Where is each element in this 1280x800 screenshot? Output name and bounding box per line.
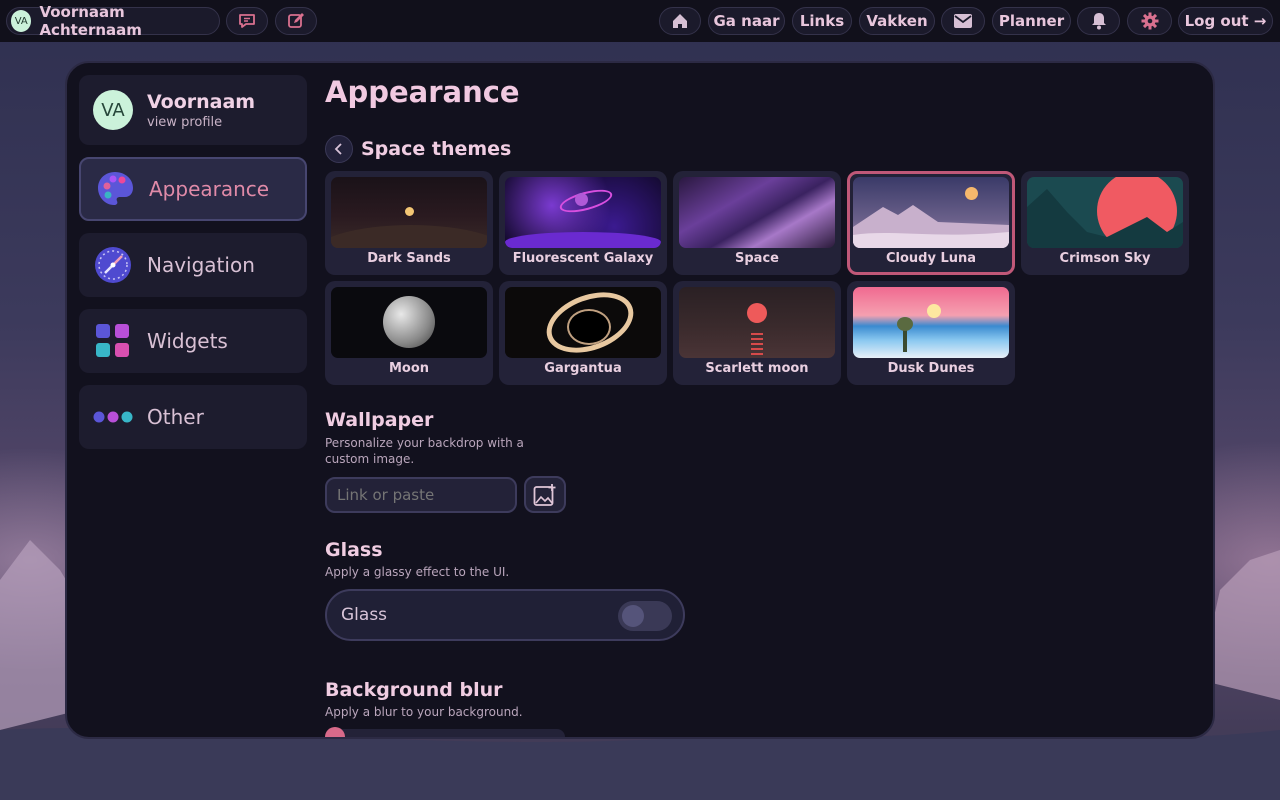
theme-card-crimson-sky[interactable]: Crimson Sky — [1021, 171, 1189, 275]
planner-button[interactable]: Planner — [992, 7, 1071, 35]
background-blur-slider[interactable] — [325, 727, 565, 737]
dark-sands-thumbnail — [331, 177, 487, 248]
home-icon — [673, 14, 687, 28]
theme-name: Moon — [388, 361, 430, 376]
page-title: Appearance — [325, 75, 520, 109]
sidebar-item-widgets[interactable]: Widgets — [79, 309, 307, 373]
sidebar-item-navigation[interactable]: Navigation — [79, 233, 307, 297]
theme-name: Cloudy Luna — [885, 251, 977, 266]
messages-button[interactable] — [941, 7, 985, 35]
glass-description: Apply a glassy effect to the UI. — [325, 565, 510, 579]
sidebar-item-label: Appearance — [149, 177, 270, 201]
links-button[interactable]: Links — [792, 7, 852, 35]
theme-card-dusk-dunes[interactable]: Dusk Dunes — [847, 281, 1015, 385]
chevron-left-icon — [334, 143, 342, 155]
back-button[interactable] — [325, 135, 353, 163]
sidebar-item-label: Navigation — [147, 253, 255, 277]
settings-panel: VA Voornaam view profile Appearance Navi… — [65, 61, 1215, 739]
themes-section-title: Space themes — [361, 138, 512, 160]
gear-icon — [1141, 12, 1158, 30]
settings-button[interactable] — [1127, 7, 1172, 35]
wallpaper-url-input[interactable] — [325, 477, 517, 513]
cloudy-luna-thumbnail — [853, 177, 1009, 248]
theme-card-fluorescent-galaxy[interactable]: Fluorescent Galaxy — [499, 171, 667, 275]
sidebar-item-other[interactable]: Other — [79, 385, 307, 449]
moon-thumbnail — [331, 287, 487, 358]
theme-card-cloudy-luna[interactable]: Cloudy Luna — [847, 171, 1015, 275]
user-avatar: VA — [11, 10, 32, 32]
home-button[interactable] — [659, 7, 701, 35]
add-image-icon — [533, 483, 556, 506]
profile-name: Voornaam — [147, 90, 256, 113]
profile-card[interactable]: VA Voornaam view profile — [79, 75, 307, 145]
sidebar-item-label: Widgets — [147, 329, 228, 353]
compass-icon — [93, 245, 133, 285]
bell-icon — [1091, 13, 1106, 30]
theme-card-space[interactable]: Space — [673, 171, 841, 275]
space-thumbnail — [679, 177, 835, 248]
vakken-button[interactable]: Vakken — [859, 7, 935, 35]
add-image-button[interactable] — [524, 476, 566, 513]
chat-bubble-icon — [239, 14, 255, 28]
glass-toggle-switch[interactable] — [618, 601, 672, 631]
gargantua-thumbnail — [505, 287, 661, 358]
theme-name: Gargantua — [544, 361, 622, 376]
sidebar-item-appearance[interactable]: Appearance — [79, 157, 307, 221]
mail-icon — [954, 14, 972, 28]
wallpaper-description: Personalize your backdrop with a custom … — [325, 436, 524, 466]
theme-card-moon[interactable]: Moon — [325, 281, 493, 385]
fluorescent-galaxy-thumbnail — [505, 177, 661, 248]
glass-toggle-card: Glass — [325, 589, 685, 641]
background-blur-title: Background blur — [325, 679, 503, 701]
theme-name: Crimson Sky — [1059, 251, 1151, 266]
theme-card-scarlett-moon[interactable]: Scarlett moon — [673, 281, 841, 385]
edit-button[interactable] — [275, 7, 317, 35]
view-profile-link[interactable]: view profile — [147, 115, 255, 130]
crimson-sky-thumbnail — [1027, 177, 1183, 248]
toggle-knob — [622, 605, 644, 627]
sidebar-item-label: Other — [147, 405, 204, 429]
dots-icon — [93, 397, 133, 437]
glass-title: Glass — [325, 539, 383, 561]
theme-name: Scarlett moon — [705, 361, 809, 376]
theme-name: Space — [735, 251, 779, 266]
user-menu-button[interactable]: VA Voornaam Achternaam — [6, 3, 220, 39]
edit-icon — [288, 13, 304, 28]
dusk-dunes-thumbnail — [853, 287, 1009, 358]
logout-button[interactable]: Log out → — [1178, 7, 1273, 35]
theme-name: Fluorescent Galaxy — [512, 251, 654, 266]
palette-icon — [95, 169, 135, 209]
theme-card-gargantua[interactable]: Gargantua — [499, 281, 667, 385]
notifications-button[interactable] — [1077, 7, 1120, 35]
user-name: Voornaam Achternaam — [39, 3, 142, 39]
top-bar: VA Voornaam Achternaam Ga naar Links Vak… — [0, 0, 1280, 42]
ga-naar-button[interactable]: Ga naar — [708, 7, 785, 35]
feedback-button[interactable] — [226, 7, 268, 35]
theme-name: Dark Sands — [367, 251, 451, 266]
theme-name: Dusk Dunes — [887, 361, 975, 376]
widgets-grid-icon — [93, 321, 133, 361]
slider-thumb[interactable] — [325, 727, 345, 737]
scarlett-moon-thumbnail — [679, 287, 835, 358]
profile-avatar: VA — [93, 90, 133, 130]
wallpaper-title: Wallpaper — [325, 409, 434, 431]
glass-toggle-label: Glass — [341, 605, 388, 625]
theme-card-dark-sands[interactable]: Dark Sands — [325, 171, 493, 275]
background-blur-description: Apply a blur to your background. — [325, 705, 523, 719]
